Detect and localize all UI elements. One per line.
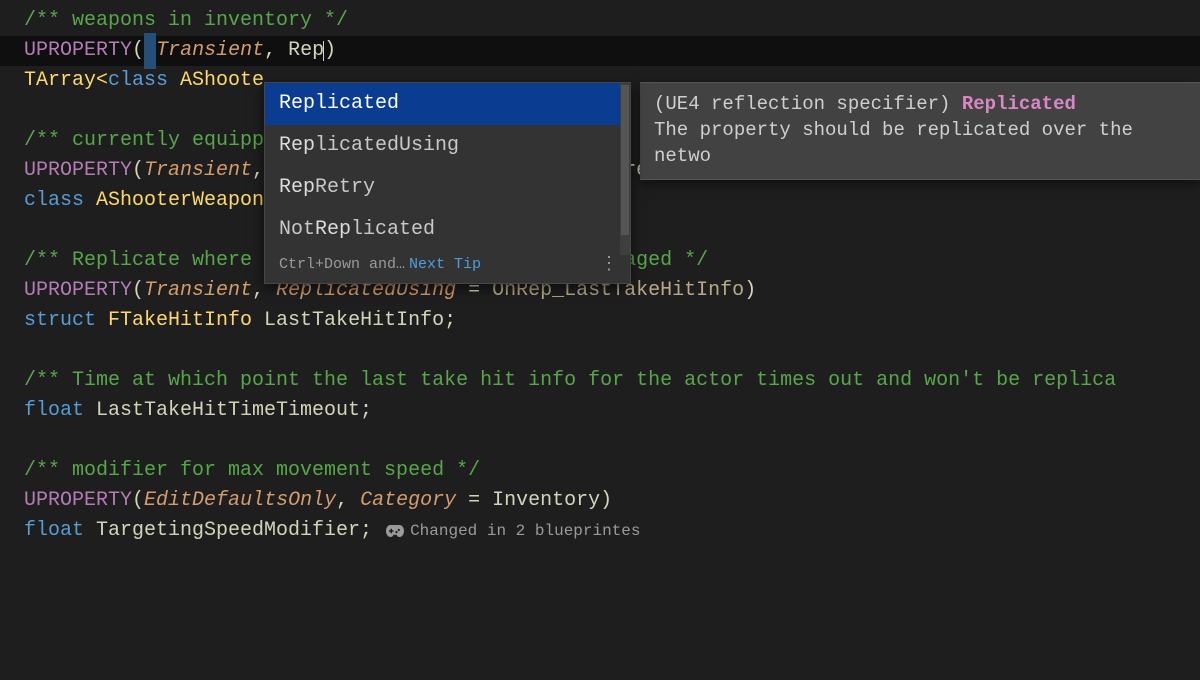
popup-scrollbar[interactable] bbox=[620, 83, 630, 255]
code-line-empty[interactable] bbox=[0, 336, 1200, 366]
tooltip-body: The property should be replicated over t… bbox=[654, 117, 1186, 169]
code-line[interactable]: /** modifier for max movement speed */ bbox=[0, 456, 1200, 486]
popup-scroll-thumb[interactable] bbox=[621, 85, 629, 235]
code-line-empty[interactable] bbox=[0, 426, 1200, 456]
autocomplete-item[interactable]: NotReplicated bbox=[265, 209, 630, 251]
more-icon[interactable]: ⋮ bbox=[600, 251, 616, 279]
comment: /** currently equipp bbox=[24, 126, 264, 156]
code-line[interactable]: UPROPERTY(EditDefaultsOnly, Category = I… bbox=[0, 486, 1200, 516]
tooltip-header: (UE4 reflection specifier) Replicated bbox=[654, 91, 1186, 117]
comment: /** modifier for max movement speed */ bbox=[24, 456, 480, 486]
autocomplete-popup: Replicated ReplicatedUsing RepRetry NotR… bbox=[264, 82, 631, 284]
comment: /** Time at which point the last take hi… bbox=[24, 366, 1116, 396]
autocomplete-item[interactable]: ReplicatedUsing bbox=[265, 125, 630, 167]
next-tip-link[interactable]: Next Tip bbox=[409, 251, 481, 279]
macro: UPROPERTY bbox=[24, 36, 132, 66]
code-line[interactable]: /** weapons in inventory */ bbox=[0, 6, 1200, 36]
code-line[interactable]: float LastTakeHitTimeTimeout; bbox=[0, 396, 1200, 426]
autocomplete-tooltip: (UE4 reflection specifier) Replicated Th… bbox=[640, 82, 1200, 180]
code-editor[interactable]: /** weapons in inventory */ UPROPERTY( T… bbox=[0, 0, 1200, 546]
comment: /** weapons in inventory */ bbox=[24, 6, 348, 36]
code-line[interactable]: /** Time at which point the last take hi… bbox=[0, 366, 1200, 396]
code-line-active[interactable]: UPROPERTY( Transient, Rep) bbox=[0, 36, 1200, 66]
code-line[interactable]: struct FTakeHitInfo LastTakeHitInfo; bbox=[0, 306, 1200, 336]
autocomplete-item[interactable]: RepRetry bbox=[265, 167, 630, 209]
gamepad-icon bbox=[386, 524, 404, 538]
autocomplete-item[interactable]: Replicated bbox=[265, 83, 630, 125]
inline-hint[interactable]: Changed in 2 blueprintes bbox=[386, 516, 640, 546]
autocomplete-footer: Ctrl+Down and… Next Tip ⋮ bbox=[265, 251, 630, 283]
code-line[interactable]: float TargetingSpeedModifier;Changed in … bbox=[0, 516, 1200, 546]
